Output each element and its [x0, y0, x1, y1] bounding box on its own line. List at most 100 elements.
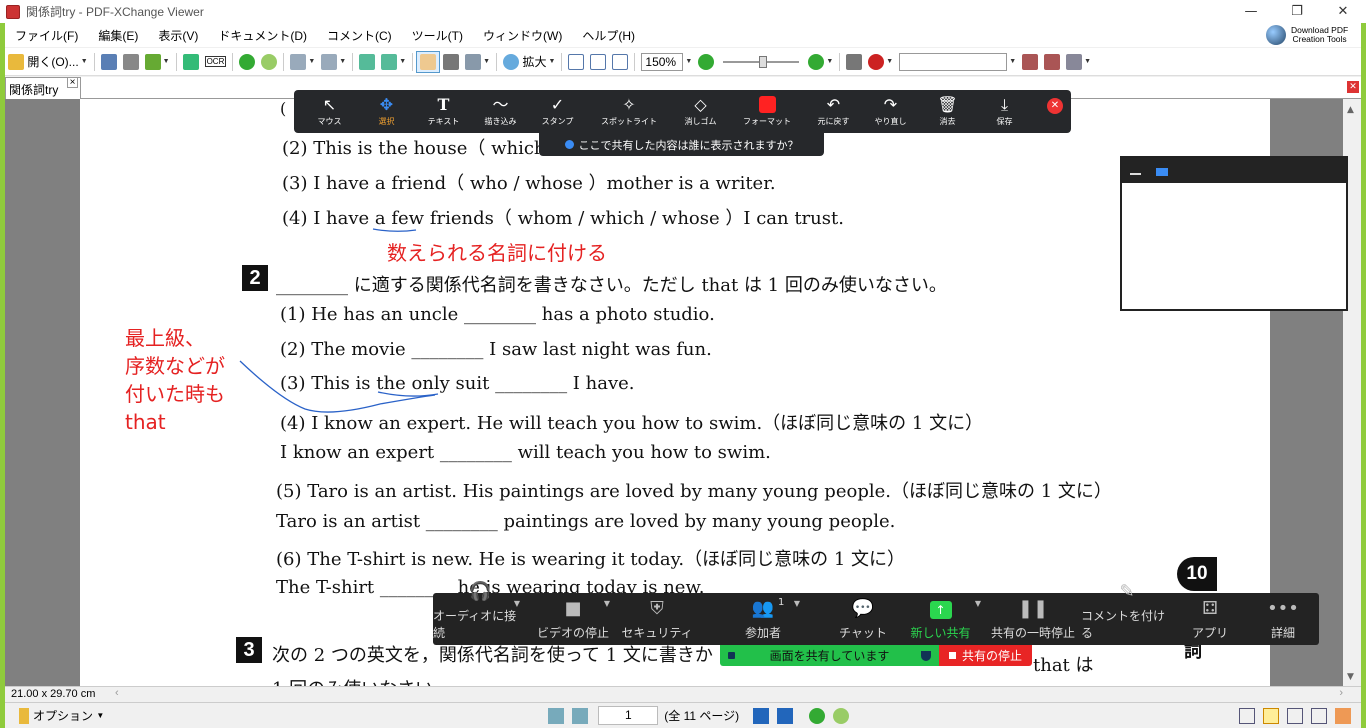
single-page-icon[interactable] — [1239, 707, 1255, 724]
tool-redo[interactable]: ↷ やり直し — [862, 90, 919, 133]
stop-video-button[interactable]: ■ ビデオの停止 ▼ — [528, 593, 618, 645]
forward-view-icon[interactable] — [833, 707, 850, 724]
apps-button[interactable]: ⚃ アプリ — [1173, 593, 1247, 645]
last-page-icon[interactable] — [777, 707, 794, 724]
zoom-in-button[interactable]: ▼ — [805, 51, 836, 73]
menu-tools[interactable]: ツール(T) — [402, 27, 473, 44]
join-audio-button[interactable]: 🎧 オーディオに接続 ▼ — [433, 582, 528, 645]
menu-edit[interactable]: 編集(E) — [88, 27, 148, 44]
download-tools-button[interactable]: Download PDF Creation Tools — [1266, 23, 1361, 47]
menu-window[interactable]: ウィンドウ(W) — [473, 27, 572, 44]
scroll-down-icon[interactable]: ▼ — [1347, 672, 1354, 682]
participants-button[interactable]: 👥 参加者 1 ▼ — [696, 593, 830, 645]
find-next-button[interactable] — [1041, 51, 1063, 73]
menu-view[interactable]: 表示(V) — [148, 27, 208, 44]
menu-document[interactable]: ドキュメント(D) — [208, 27, 317, 44]
tool-mouse[interactable]: ↖ マウス — [301, 90, 358, 133]
back-button[interactable] — [236, 51, 258, 73]
scroll-left-icon[interactable]: ‹ — [115, 687, 119, 699]
annotate-label: コメントを付ける — [1081, 609, 1166, 640]
annotation-close-icon[interactable]: ✕ — [1047, 98, 1063, 114]
save-button[interactable] — [98, 51, 120, 73]
participants-options-icon[interactable]: ▼ — [794, 599, 800, 608]
back-view-icon[interactable] — [809, 707, 826, 724]
rotate-left-button[interactable] — [356, 51, 378, 73]
tool-draw-label: 描き込み — [484, 117, 517, 126]
continuous-page-icon[interactable] — [1263, 707, 1279, 724]
tool-eraser[interactable]: ◇ 消しゴム — [672, 90, 729, 133]
pause-share-button[interactable]: ❚❚ 共有の一時停止 — [985, 593, 1081, 645]
page-number-input[interactable]: 1 — [598, 706, 659, 725]
binoculars-button[interactable] — [843, 51, 865, 73]
minimize-icon[interactable] — [1130, 173, 1141, 175]
continuous-facing-icon[interactable] — [1311, 707, 1327, 724]
share-options-icon[interactable]: ▼ — [975, 599, 981, 608]
zoom-tool-button[interactable]: 拡大 ▼ — [500, 51, 558, 73]
tool-stamp[interactable]: ✓ スタンプ — [529, 90, 586, 133]
tool-format[interactable]: フォーマット — [729, 90, 805, 133]
scan-button[interactable] — [180, 51, 202, 73]
print-button[interactable] — [120, 51, 142, 73]
tab-close-icon[interactable]: × — [67, 77, 78, 88]
menu-file[interactable]: ファイル(F) — [5, 27, 88, 44]
menu-comment[interactable]: コメント(C) — [317, 27, 402, 44]
maximize-button[interactable]: ❐ — [1274, 0, 1320, 23]
security-button[interactable]: ⛨ セキュリティ — [618, 593, 696, 645]
document-tab[interactable]: 関係詞try × — [5, 77, 81, 99]
rotate-right-button[interactable]: ▼ — [378, 51, 409, 73]
snapshot-button[interactable] — [440, 51, 462, 73]
close-document-icon[interactable]: ✕ — [1347, 81, 1359, 93]
hand-tool-status-icon[interactable] — [1335, 707, 1351, 724]
tool-spotlight[interactable]: ✧ スポットライト — [586, 90, 672, 133]
tool-draw[interactable]: 〜描き込み — [472, 90, 529, 133]
next-page-icon[interactable] — [753, 707, 770, 724]
redo-button[interactable]: ▼ — [318, 51, 349, 73]
stop-share-button[interactable]: 共有の停止 — [939, 645, 1032, 666]
video-options-icon[interactable]: ▼ — [604, 599, 610, 608]
prev-page-icon[interactable] — [572, 707, 589, 724]
audio-options-icon[interactable]: ▼ — [514, 599, 520, 608]
scroll-up-icon[interactable]: ▲ — [1347, 105, 1354, 115]
zoom-level-field[interactable]: 150% — [641, 52, 684, 71]
chat-icon: 💬 — [851, 598, 875, 619]
tool-save[interactable]: ⤓ 保存 — [976, 90, 1033, 133]
minimize-button[interactable]: — — [1228, 0, 1274, 23]
menu-help[interactable]: ヘルプ(H) — [572, 27, 645, 44]
fit-page-button[interactable] — [587, 51, 609, 73]
zoom-slider-thumb[interactable] — [759, 55, 768, 68]
who-can-see-button[interactable]: ここで共有した内容は誰に表示されますか？ — [539, 133, 824, 156]
actual-size-button[interactable] — [565, 51, 587, 73]
undo-button[interactable]: ▼ — [287, 51, 318, 73]
more-button[interactable]: ••• 詳細 — [1247, 593, 1319, 645]
settings-button[interactable]: ▼ — [1063, 51, 1094, 73]
open-button[interactable]: 開く(O)... ▼ — [5, 51, 91, 73]
options-label: オプション — [33, 709, 94, 723]
first-page-icon[interactable] — [548, 707, 565, 724]
hand-tool-button[interactable] — [416, 50, 441, 73]
search-web-button[interactable]: ▼ — [865, 51, 896, 73]
open-label: 開く(O)... — [27, 55, 79, 69]
video-icon[interactable] — [1156, 168, 1168, 176]
tool-undo[interactable]: ↶ 元に戻す — [805, 90, 862, 133]
facing-page-icon[interactable] — [1287, 707, 1303, 724]
scroll-right-icon[interactable]: › — [1339, 687, 1343, 699]
find-button[interactable] — [1019, 51, 1041, 73]
zoom-out-button[interactable] — [695, 51, 717, 73]
mini-video-panel[interactable] — [1120, 156, 1348, 311]
export-button[interactable]: ▼ — [142, 51, 173, 73]
ocr-button[interactable]: OCR — [202, 51, 230, 73]
new-share-button[interactable]: ↑ 新しい共有 ▼ — [896, 593, 985, 645]
fit-width-button[interactable] — [609, 51, 631, 73]
tool-clear[interactable]: 🗑 消去 — [919, 90, 976, 133]
forward-button[interactable] — [258, 51, 280, 73]
tool-select[interactable]: ✥ 選択 — [358, 90, 415, 133]
window-title: 関係詞try - PDF-XChange Viewer — [26, 5, 204, 19]
tool-text[interactable]: T テキスト — [415, 90, 472, 133]
zoom-slider[interactable] — [723, 55, 800, 68]
options-button[interactable]: オプション ▼ — [15, 707, 104, 724]
search-input[interactable] — [899, 52, 1008, 71]
chat-button[interactable]: 💬 チャット — [830, 593, 896, 645]
annotate-button[interactable]: ✎ コメントを付ける — [1081, 582, 1173, 645]
select-tool-button[interactable]: ▼ — [462, 51, 493, 73]
close-button[interactable]: ✕ — [1320, 0, 1366, 23]
